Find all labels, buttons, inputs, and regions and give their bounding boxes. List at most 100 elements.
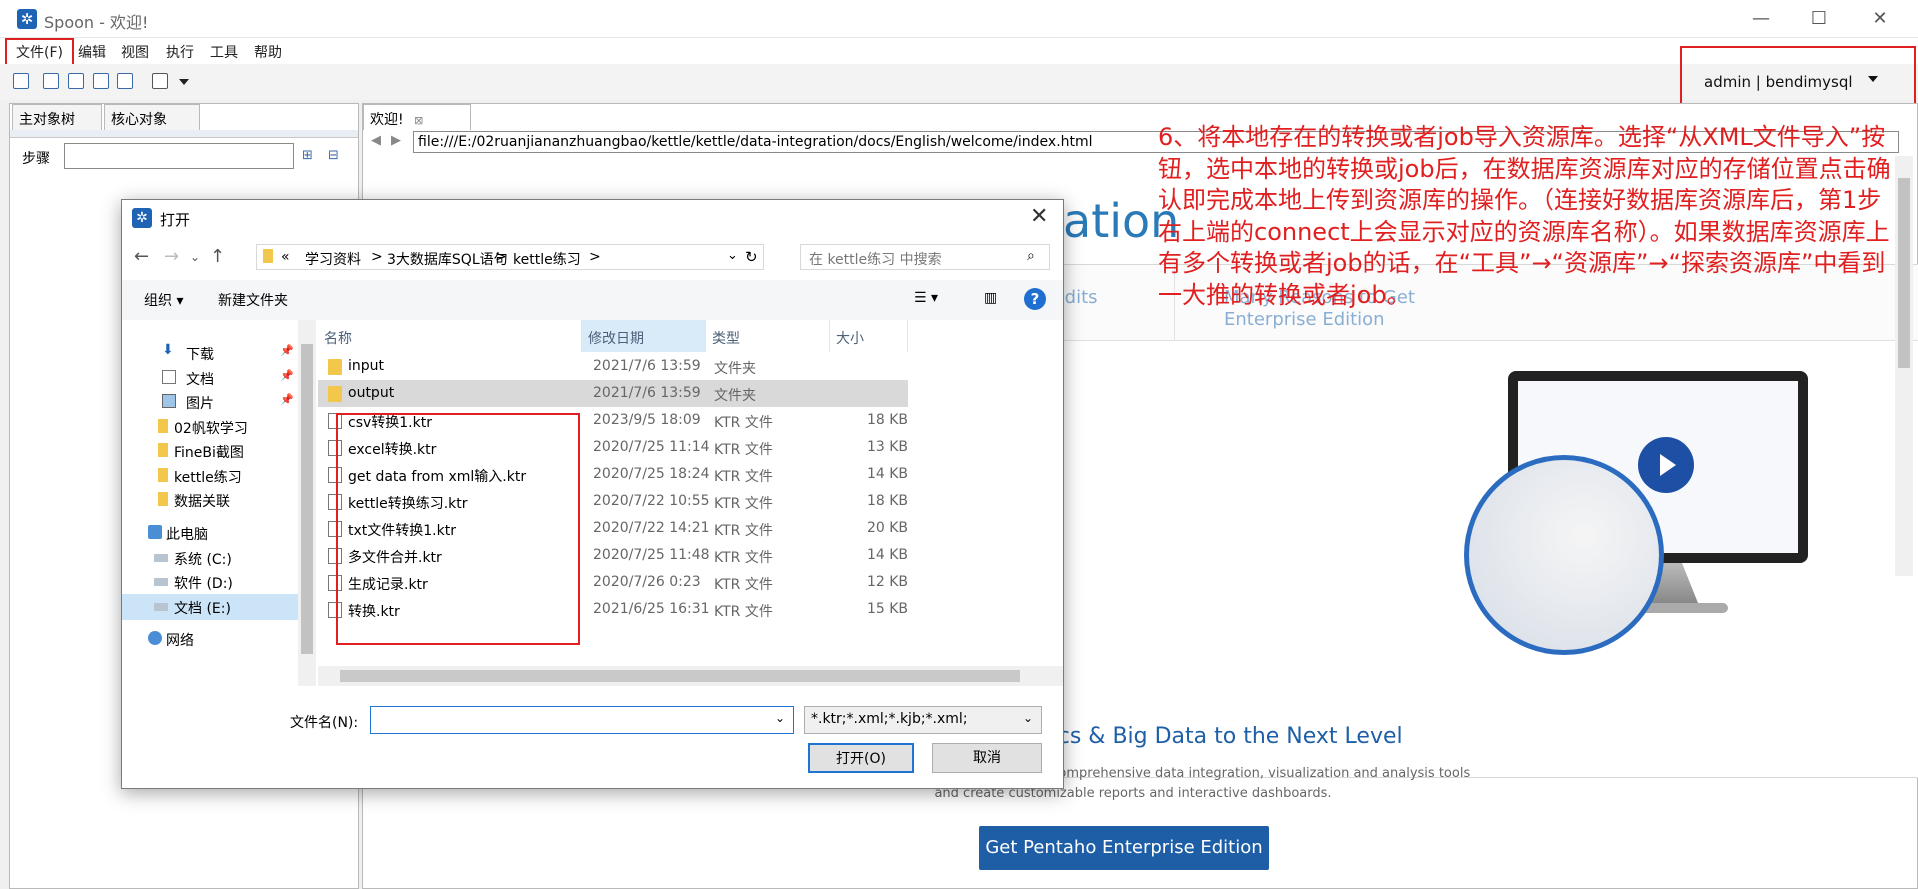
- help-icon[interactable]: ?: [1024, 288, 1046, 310]
- tab-core-objects-label: 核心对象: [111, 112, 167, 128]
- organize-button[interactable]: 组织 ▾: [144, 290, 183, 310]
- filename-input[interactable]: ⌄: [370, 706, 794, 734]
- breadcrumb-kettle[interactable]: kettle练习: [513, 249, 581, 269]
- drive-icon: [154, 603, 168, 611]
- file-date: 2020/7/22 14:21: [593, 520, 710, 536]
- tab-core-objects[interactable]: 核心对象: [104, 104, 200, 130]
- nav-item-drive-d[interactable]: 软件 (D:): [122, 569, 290, 595]
- nav-scrollbar[interactable]: [298, 320, 316, 686]
- nav-label: 网络: [166, 633, 194, 649]
- new-file-icon[interactable]: [13, 73, 29, 89]
- menu-bar: 文件(F) 编辑 视图 执行 工具 帮助: [0, 38, 1918, 64]
- explore-repo-icon[interactable]: [68, 73, 84, 89]
- file-type-filter[interactable]: *.ktr;*.xml;*.kjb;*.xml; ⌄: [804, 706, 1042, 734]
- breadcrumb-study[interactable]: 学习资料: [305, 249, 361, 269]
- save-icon[interactable]: [93, 73, 109, 89]
- layers-icon[interactable]: [152, 73, 168, 89]
- maximize-button[interactable]: ☐: [1808, 8, 1830, 30]
- nav-item-pictures[interactable]: 图片 📌: [122, 389, 294, 415]
- back-icon[interactable]: ←: [134, 246, 149, 267]
- breadcrumb-sql[interactable]: 3大数据库SQL语句: [387, 249, 508, 269]
- folder-icon: [158, 443, 168, 457]
- search-input[interactable]: 在 kettle练习 中搜索 ⌕: [800, 244, 1050, 270]
- tab-welcome[interactable]: 欢迎! ⊠: [363, 104, 471, 130]
- forward-icon[interactable]: →: [164, 246, 179, 267]
- nav-item-kettle[interactable]: kettle练习: [122, 463, 290, 489]
- file-date: 2021/7/6 13:59: [593, 358, 701, 374]
- address-bar[interactable]: « 学习资料 > 3大数据库SQL语句 > kettle练习 > ⌄ ↻: [256, 244, 764, 270]
- play-icon[interactable]: [1638, 437, 1694, 493]
- menu-run[interactable]: 执行: [166, 42, 194, 62]
- back-arrow-icon[interactable]: ◀: [371, 133, 381, 148]
- get-enterprise-button[interactable]: Get Pentaho Enterprise Edition: [979, 826, 1269, 870]
- nav-item-this-pc[interactable]: 此电脑: [122, 520, 290, 546]
- column-size[interactable]: 大小: [830, 320, 908, 352]
- tab-welcome-label: 欢迎!: [370, 112, 404, 128]
- file-size: 18 KB: [866, 412, 908, 428]
- search-icon[interactable]: ⌕: [1027, 248, 1035, 264]
- nav-item-fanruan[interactable]: 02帆软学习: [122, 414, 290, 440]
- vertical-scrollbar[interactable]: [1895, 156, 1913, 576]
- scrollbar-thumb[interactable]: [1898, 178, 1910, 368]
- file-row[interactable]: input 2021/7/6 13:59 文件夹: [318, 353, 908, 380]
- collapse-all-icon[interactable]: ⊟: [328, 148, 339, 163]
- forward-arrow-icon[interactable]: ▶: [391, 133, 401, 148]
- command-bar: 组织 ▾ 新建文件夹 ☰ ▾ ▥ ?: [122, 280, 1063, 320]
- nav-item-downloads[interactable]: ⬇ 下载 📌: [122, 340, 294, 366]
- file-size: 13 KB: [866, 439, 908, 455]
- layers-dropdown-icon[interactable]: [179, 79, 189, 85]
- address-dropdown-icon[interactable]: ⌄: [727, 248, 738, 263]
- view-options-icon[interactable]: ☰ ▾: [914, 290, 938, 306]
- title-bar: ✲ Spoon - 欢迎! — ☐ ✕: [0, 0, 1918, 38]
- file-name: output: [348, 385, 395, 401]
- annotation-text: 6、将本地存在的转换或者job导入资源库。选择“从XML文件导入”按钮，选中本地…: [1158, 123, 1891, 309]
- horizontal-scrollbar[interactable]: [318, 666, 1063, 686]
- new-folder-button[interactable]: 新建文件夹: [218, 290, 288, 310]
- file-date: 2021/6/25 16:31: [593, 601, 710, 617]
- save-as-icon[interactable]: [117, 73, 133, 89]
- menu-view[interactable]: 视图: [121, 42, 149, 62]
- nav-item-network[interactable]: 网络: [122, 626, 290, 652]
- spoon-logo-icon: ✲: [17, 9, 37, 29]
- chevron-down-icon[interactable]: [1868, 76, 1878, 82]
- open-button[interactable]: 打开(O): [808, 743, 914, 773]
- repository-connect[interactable]: admin | bendimysql: [1704, 73, 1853, 91]
- preview-pane-icon[interactable]: ▥: [984, 290, 997, 306]
- horizontal-scrollbar-thumb[interactable]: [340, 670, 1020, 682]
- refresh-icon[interactable]: ↻: [745, 248, 758, 266]
- pin-icon[interactable]: 📌: [280, 344, 294, 357]
- up-icon[interactable]: ↑: [210, 246, 225, 267]
- tab-close-icon[interactable]: ⊠: [414, 114, 423, 127]
- breadcrumb-overflow[interactable]: «: [281, 249, 290, 265]
- file-row[interactable]: output 2021/7/6 13:59 文件夹: [318, 380, 908, 407]
- pin-icon[interactable]: 📌: [280, 393, 294, 406]
- folder-icon: [158, 419, 168, 433]
- nav-item-documents[interactable]: 文档 📌: [122, 365, 294, 391]
- filter-value: *.ktr;*.xml;*.kjb;*.xml;: [811, 711, 968, 727]
- tab-main-tree[interactable]: 主对象树: [12, 104, 102, 130]
- nav-item-data-join[interactable]: 数据关联: [122, 487, 290, 513]
- file-type: 文件夹: [714, 361, 756, 377]
- menu-help[interactable]: 帮助: [254, 42, 282, 62]
- file-type: 文件夹: [714, 388, 756, 404]
- filter-dropdown-icon[interactable]: ⌄: [1023, 711, 1033, 725]
- nav-item-drive-c[interactable]: 系统 (C:): [122, 545, 290, 571]
- nav-item-drive-e[interactable]: 文档 (E:): [122, 594, 298, 620]
- menu-tools[interactable]: 工具: [210, 42, 238, 62]
- filename-dropdown-icon[interactable]: ⌄: [775, 711, 785, 725]
- column-name[interactable]: 名称: [318, 320, 582, 352]
- recent-chevron-icon[interactable]: ⌄: [190, 250, 200, 264]
- close-button[interactable]: ✕: [1869, 8, 1891, 30]
- open-file-icon[interactable]: [43, 73, 59, 89]
- column-modified[interactable]: 修改日期: [582, 320, 706, 352]
- nav-item-finebi[interactable]: FineBi截图: [122, 438, 290, 464]
- expand-all-icon[interactable]: ⊞: [302, 148, 313, 163]
- cancel-button[interactable]: 取消: [932, 743, 1042, 773]
- nav-scrollbar-thumb[interactable]: [301, 344, 313, 654]
- menu-edit[interactable]: 编辑: [78, 42, 106, 62]
- dialog-close-icon[interactable]: ✕: [1030, 204, 1048, 229]
- pin-icon[interactable]: 📌: [280, 369, 294, 382]
- column-type[interactable]: 类型: [706, 320, 830, 352]
- minimize-button[interactable]: —: [1750, 8, 1772, 30]
- step-search-input[interactable]: [64, 143, 294, 169]
